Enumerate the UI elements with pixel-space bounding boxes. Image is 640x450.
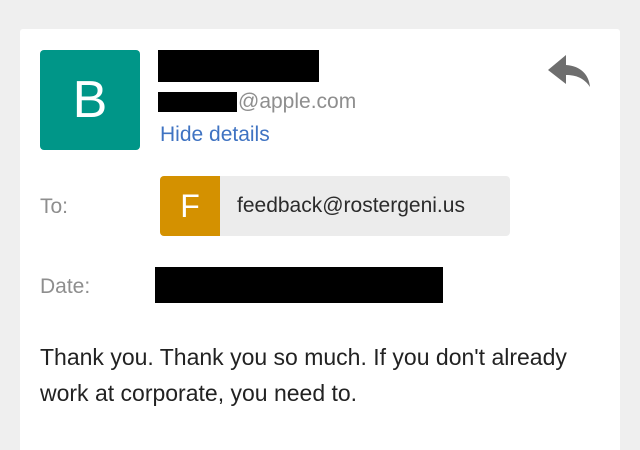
- email-detail-card: B @apple.com Hide details To: F feedback…: [20, 29, 620, 450]
- sender-email-local-redacted: [158, 92, 237, 112]
- message-body: Thank you. Thank you so much. If you don…: [40, 344, 567, 406]
- sender-avatar: B: [40, 50, 140, 150]
- sender-name-redacted: [158, 50, 319, 82]
- recipient-email: feedback@rostergeni.us: [237, 194, 465, 217]
- hide-details-link[interactable]: Hide details: [160, 122, 270, 148]
- reply-button[interactable]: [544, 49, 596, 93]
- recipient-avatar: F: [160, 176, 220, 236]
- reply-icon: [548, 55, 590, 87]
- date-value-redacted: [155, 267, 443, 303]
- recipient-chip[interactable]: F feedback@rostergeni.us: [160, 176, 510, 236]
- date-label: Date:: [40, 275, 91, 298]
- to-label: To:: [40, 195, 69, 218]
- sender-email-domain: @apple.com: [238, 90, 357, 113]
